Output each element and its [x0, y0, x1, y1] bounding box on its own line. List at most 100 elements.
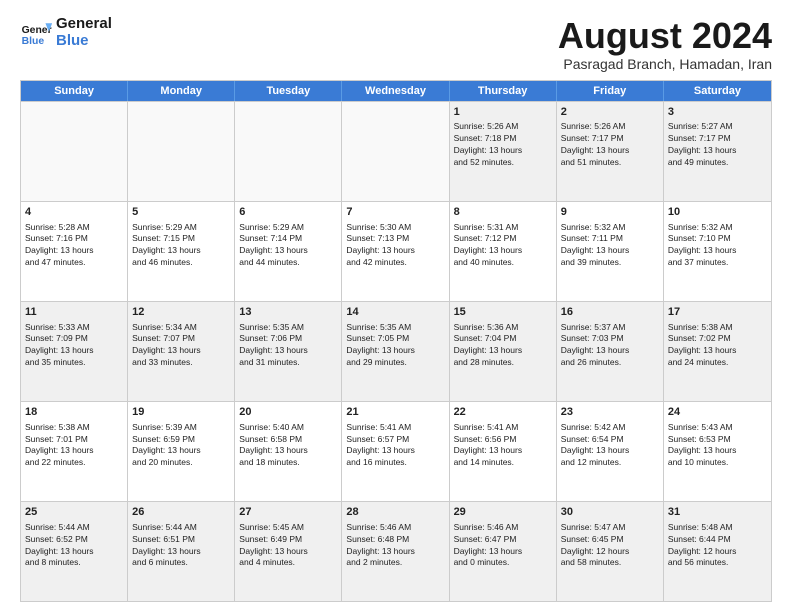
cell-line: Daylight: 13 hours — [132, 546, 230, 558]
cell-line: Daylight: 13 hours — [346, 245, 444, 257]
calendar-cell: 23Sunrise: 5:42 AMSunset: 6:54 PMDayligh… — [557, 402, 664, 501]
cell-line: Sunset: 7:17 PM — [668, 133, 767, 145]
calendar-cell: 12Sunrise: 5:34 AMSunset: 7:07 PMDayligh… — [128, 302, 235, 401]
cell-line: Daylight: 13 hours — [668, 145, 767, 157]
svg-text:Blue: Blue — [22, 36, 45, 47]
cell-line: Sunset: 7:16 PM — [25, 233, 123, 245]
cell-line: Sunrise: 5:46 AM — [454, 522, 552, 534]
cell-line: Sunrise: 5:38 AM — [668, 322, 767, 334]
day-number: 19 — [132, 405, 230, 420]
calendar-header-cell: Friday — [557, 81, 664, 101]
cell-line: and 22 minutes. — [25, 457, 123, 469]
cell-line: Daylight: 13 hours — [346, 445, 444, 457]
cell-line: and 4 minutes. — [239, 557, 337, 569]
cell-line: and 56 minutes. — [668, 557, 767, 569]
title-block: August 2024 Pasragad Branch, Hamadan, Ir… — [558, 16, 772, 72]
cell-line: Daylight: 13 hours — [239, 345, 337, 357]
cell-line: Daylight: 13 hours — [25, 546, 123, 558]
subtitle: Pasragad Branch, Hamadan, Iran — [558, 56, 772, 72]
cell-line: Sunset: 7:01 PM — [25, 434, 123, 446]
cell-line: and 31 minutes. — [239, 357, 337, 369]
calendar-cell: 26Sunrise: 5:44 AMSunset: 6:51 PMDayligh… — [128, 502, 235, 601]
cell-line: Sunset: 6:47 PM — [454, 534, 552, 546]
calendar-cell: 10Sunrise: 5:32 AMSunset: 7:10 PMDayligh… — [664, 202, 771, 301]
cell-line: Daylight: 13 hours — [668, 245, 767, 257]
cell-line: Sunset: 6:51 PM — [132, 534, 230, 546]
calendar-cell: 11 Sunrise: 5:33 AMSunset: 7:09 PMDayligh… — [21, 302, 128, 401]
cell-line: Sunset: 6:54 PM — [561, 434, 659, 446]
day-number: 1 — [454, 105, 552, 120]
cell-line: and 44 minutes. — [239, 257, 337, 269]
cell-line: Sunset: 7:13 PM — [346, 233, 444, 245]
calendar-cell: 6Sunrise: 5:29 AMSunset: 7:14 PMDaylight… — [235, 202, 342, 301]
cell-line: Daylight: 13 hours — [561, 445, 659, 457]
main-title: August 2024 — [558, 16, 772, 56]
cell-line: Daylight: 13 hours — [239, 245, 337, 257]
cell-line: and 39 minutes. — [561, 257, 659, 269]
calendar-cell: 29Sunrise: 5:46 AMSunset: 6:47 PMDayligh… — [450, 502, 557, 601]
calendar-cell: 4Sunrise: 5:28 AMSunset: 7:16 PMDaylight… — [21, 202, 128, 301]
calendar-cell: 5Sunrise: 5:29 AMSunset: 7:15 PMDaylight… — [128, 202, 235, 301]
day-number: 24 — [668, 405, 767, 420]
cell-line: Daylight: 13 hours — [25, 245, 123, 257]
cell-line: Sunrise: 5:36 AM — [454, 322, 552, 334]
cell-line: Daylight: 13 hours — [239, 445, 337, 457]
cell-line: Sunset: 7:11 PM — [561, 233, 659, 245]
cell-line: Sunrise: 5:47 AM — [561, 522, 659, 534]
cell-line: Sunset: 7:09 PM — [25, 333, 123, 345]
cell-line: and 2 minutes. — [346, 557, 444, 569]
cell-line: Daylight: 13 hours — [561, 245, 659, 257]
cell-line: Sunrise: 5:44 AM — [25, 522, 123, 534]
cell-line: and 0 minutes. — [454, 557, 552, 569]
calendar-cell: 2Sunrise: 5:26 AMSunset: 7:17 PMDaylight… — [557, 102, 664, 201]
cell-line: Sunrise: 5:26 AM — [561, 121, 659, 133]
cell-line: Sunset: 6:56 PM — [454, 434, 552, 446]
cell-line: Daylight: 13 hours — [561, 345, 659, 357]
day-number: 16 — [561, 305, 659, 320]
calendar-week: 25Sunrise: 5:44 AMSunset: 6:52 PMDayligh… — [21, 501, 771, 601]
cell-line: Daylight: 13 hours — [25, 345, 123, 357]
calendar-body: 1Sunrise: 5:26 AMSunset: 7:18 PMDaylight… — [21, 101, 771, 601]
cell-line: Sunset: 6:49 PM — [239, 534, 337, 546]
cell-line: Sunrise: 5:32 AM — [561, 222, 659, 234]
calendar-cell — [128, 102, 235, 201]
cell-line: Sunrise: 5:38 AM — [25, 422, 123, 434]
cell-line: Sunrise: 5:37 AM — [561, 322, 659, 334]
cell-line: and 42 minutes. — [346, 257, 444, 269]
cell-line: Sunset: 6:44 PM — [668, 534, 767, 546]
cell-line: Sunrise: 5:40 AM — [239, 422, 337, 434]
cell-line: Sunrise: 5:43 AM — [668, 422, 767, 434]
cell-line: Sunset: 7:10 PM — [668, 233, 767, 245]
cell-line: Sunrise: 5:34 AM — [132, 322, 230, 334]
day-number: 8 — [454, 205, 552, 220]
calendar-cell — [21, 102, 128, 201]
cell-line: Sunset: 7:02 PM — [668, 333, 767, 345]
calendar-cell: 17Sunrise: 5:38 AMSunset: 7:02 PMDayligh… — [664, 302, 771, 401]
cell-line: Sunset: 7:03 PM — [561, 333, 659, 345]
cell-line: Daylight: 13 hours — [25, 445, 123, 457]
calendar-header: SundayMondayTuesdayWednesdayThursdayFrid… — [21, 81, 771, 101]
cell-line: Daylight: 13 hours — [239, 546, 337, 558]
cell-line: Sunrise: 5:33 AM — [25, 322, 123, 334]
cell-line: Sunrise: 5:41 AM — [346, 422, 444, 434]
cell-line: Sunset: 7:15 PM — [132, 233, 230, 245]
day-number: 10 — [668, 205, 767, 220]
cell-line: and 47 minutes. — [25, 257, 123, 269]
cell-line: Daylight: 13 hours — [561, 145, 659, 157]
day-number: 11 — [25, 305, 123, 320]
day-number: 5 — [132, 205, 230, 220]
page: General Blue General Blue August 2024 Pa… — [0, 0, 792, 612]
day-number: 3 — [668, 105, 767, 120]
cell-line: Sunset: 6:48 PM — [346, 534, 444, 546]
cell-line: and 40 minutes. — [454, 257, 552, 269]
cell-line: Sunset: 6:58 PM — [239, 434, 337, 446]
cell-line: and 14 minutes. — [454, 457, 552, 469]
cell-line: Sunset: 6:45 PM — [561, 534, 659, 546]
cell-line: Sunset: 7:14 PM — [239, 233, 337, 245]
cell-line: Sunset: 7:05 PM — [346, 333, 444, 345]
cell-line: and 12 minutes. — [561, 457, 659, 469]
logo-line1: General — [56, 16, 112, 33]
day-number: 13 — [239, 305, 337, 320]
calendar-cell — [235, 102, 342, 201]
calendar-cell: 15Sunrise: 5:36 AMSunset: 7:04 PMDayligh… — [450, 302, 557, 401]
